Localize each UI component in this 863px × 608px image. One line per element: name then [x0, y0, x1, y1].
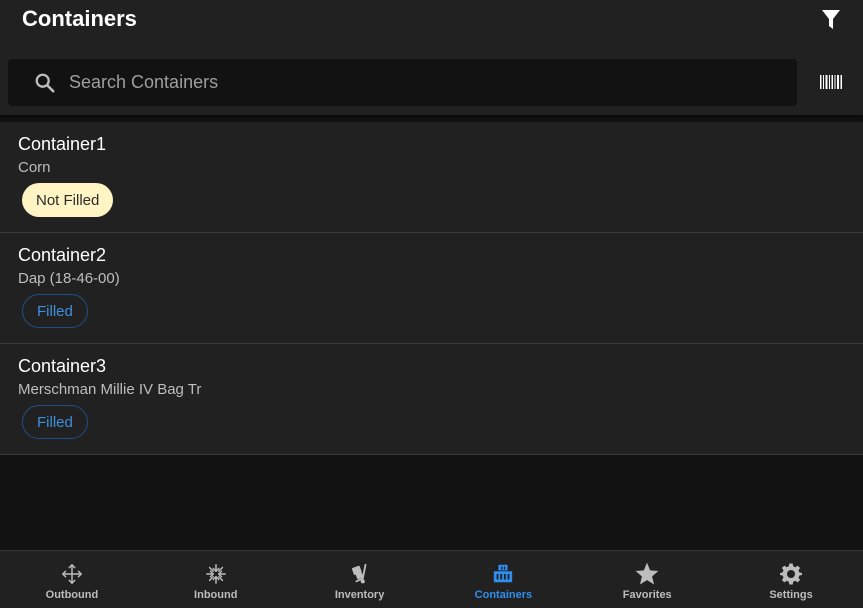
container-list: Container1 Corn Not Filled Container2 Da…: [0, 122, 863, 455]
gear-icon: [780, 563, 803, 585]
nav-item-settings[interactable]: Settings: [719, 551, 863, 608]
move-arrows-icon: [62, 564, 82, 584]
nav-label: Outbound: [45, 589, 99, 601]
container-list-item[interactable]: Container3 Merschman Millie IV Bag Tr Fi…: [0, 344, 863, 455]
nav-item-inbound[interactable]: Inbound: [144, 551, 288, 608]
bottom-navigation: Outbound Inbound Inventory Containers Fa…: [0, 550, 863, 608]
nav-label: Settings: [769, 589, 813, 601]
nav-item-favorites[interactable]: Favorites: [575, 551, 719, 608]
search-bar: [8, 59, 797, 106]
filter-button[interactable]: [818, 8, 844, 32]
status-badge: Filled: [22, 405, 88, 439]
container-product: Merschman Millie IV Bag Tr: [18, 381, 202, 398]
nav-item-inventory[interactable]: Inventory: [288, 551, 432, 608]
container-name: Container3: [18, 356, 107, 376]
inward-arrows-icon: [205, 564, 226, 584]
barcode-icon: [820, 75, 842, 89]
page-title: Containers: [22, 6, 137, 31]
containers-icon: [494, 564, 513, 583]
search-icon: [35, 73, 55, 93]
filter-icon: [822, 10, 840, 29]
nav-item-containers[interactable]: Containers: [431, 551, 575, 608]
status-badge: Filled: [22, 294, 88, 328]
hand-truck-icon: [351, 563, 366, 584]
star-icon: [635, 562, 659, 585]
container-name: Container1: [18, 134, 107, 154]
search-input[interactable]: [68, 59, 788, 106]
container-list-item[interactable]: Container2 Dap (18-46-00) Filled: [0, 233, 863, 344]
nav-label: Favorites: [622, 589, 672, 601]
container-product: Dap (18-46-00): [18, 270, 120, 287]
barcode-scan-button[interactable]: [820, 73, 842, 91]
nav-label: Inventory: [334, 589, 385, 601]
nav-item-outbound[interactable]: Outbound: [0, 551, 144, 608]
status-badge: Not Filled: [22, 183, 114, 217]
container-list-item[interactable]: Container1 Corn Not Filled: [0, 122, 863, 233]
nav-label: Containers: [474, 589, 533, 601]
container-name: Container2: [18, 245, 107, 265]
header: Containers: [0, 0, 863, 115]
app: Containers Search Containers Container1 …: [0, 0, 863, 608]
container-product: Corn: [18, 159, 51, 176]
nav-label: Inbound: [194, 589, 238, 601]
